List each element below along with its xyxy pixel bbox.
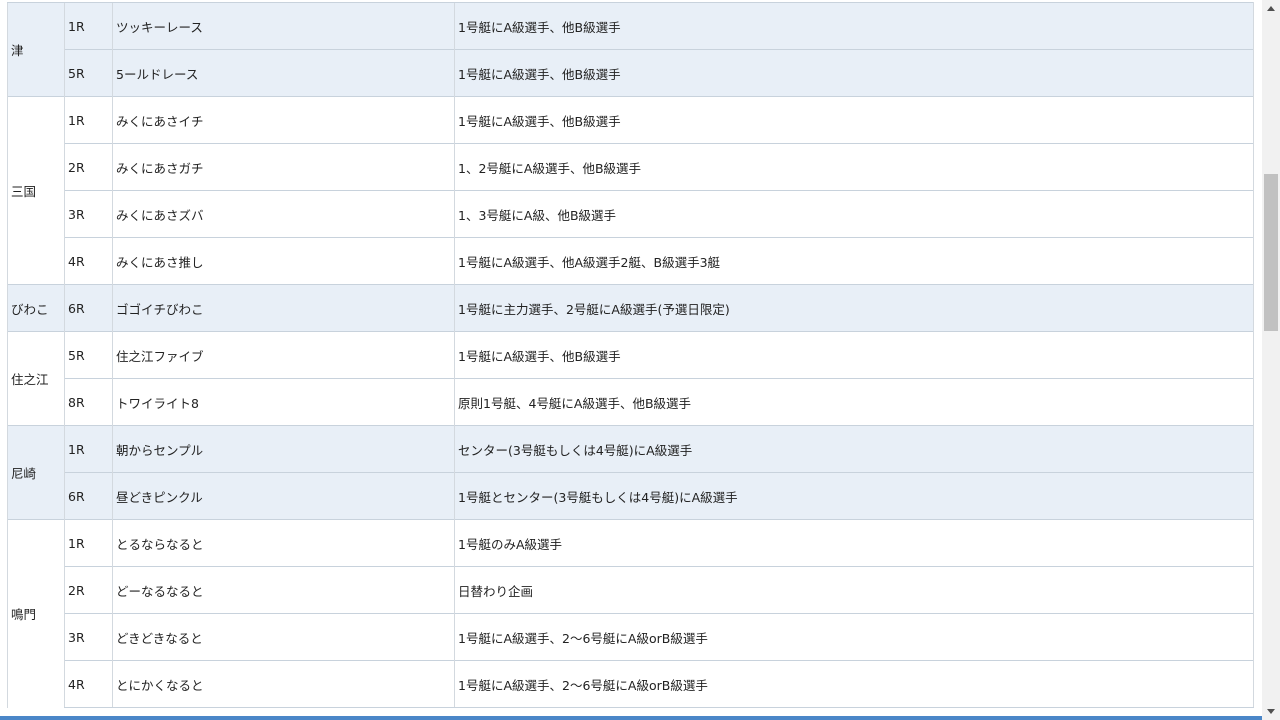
race-number-cell: 5R (64, 49, 113, 97)
race-number-cell: 2R (64, 566, 113, 614)
table-row: 3R みくにあさズバ 1、3号艇にA級、他B級選手 (8, 190, 1254, 238)
table-row: 2R みくにあさガチ 1、2号艇にA級選手、他B級選手 (8, 143, 1254, 191)
race-number-cell: 1R (64, 2, 113, 50)
race-description-cell: 1、2号艇にA級選手、他B級選手 (454, 143, 1254, 191)
race-number-cell: 8R (64, 378, 113, 426)
table-row: 3R どきどきなると 1号艇にA級選手、2～6号艇にA級orB級選手 (8, 613, 1254, 661)
table-row: 5R 5ールドレース 1号艇にA級選手、他B級選手 (8, 49, 1254, 97)
race-name-cell: ツッキーレース (112, 2, 455, 50)
race-number-cell: 5R (64, 331, 113, 379)
race-description-cell: 原則1号艇、4号艇にA級選手、他B級選手 (454, 378, 1254, 426)
table-row: 三国 1R みくにあさイチ 1号艇にA級選手、他B級選手 (7, 96, 1254, 285)
race-description-cell: 1号艇にA級選手、他B級選手 (454, 2, 1254, 50)
race-number-cell: 1R (64, 519, 113, 567)
page-viewport: 津 1R ツッキーレース 1号艇にA級選手、他B級選手 5R 5ールドレース 1号艇にA級選… (0, 0, 1262, 720)
race-description-cell: 日替わり企画 (454, 566, 1254, 614)
race-name-cell: 朝からセンプル (112, 425, 455, 473)
race-number-cell: 6R (64, 472, 113, 520)
venue-cell: 住之江 (7, 331, 65, 426)
race-number-cell: 3R (64, 190, 113, 238)
venue-cell: 尼崎 (7, 425, 65, 520)
race-name-cell: みくにあさガチ (112, 143, 455, 191)
table-row: 鳴門 1R とるならなると 1号艇のみA級選手 (7, 519, 1254, 708)
race-name-cell: みくにあさズバ (112, 190, 455, 238)
race-name-cell: みくにあさイチ (112, 96, 455, 144)
race-description-cell: 1号艇に主力選手、2号艇にA級選手(予選日限定) (454, 284, 1254, 332)
race-table: 津 1R ツッキーレース 1号艇にA級選手、他B級選手 5R 5ールドレース 1号艇にA級選… (7, 2, 1254, 708)
table-row: 2R どーなるなると 日替わり企画 (8, 566, 1254, 614)
table-row: 8R トワイライト8 原則1号艇、4号艇にA級選手、他B級選手 (8, 378, 1254, 426)
scrollbar-thumb[interactable] (1264, 174, 1278, 331)
race-description-cell: 1号艇とセンター(3号艇もしくは4号艇)にA級選手 (454, 472, 1254, 520)
race-number-cell: 4R (64, 237, 113, 285)
venue-cell: びわこ (7, 284, 65, 332)
race-name-cell: 5ールドレース (112, 49, 455, 97)
race-number-cell: 1R (64, 425, 113, 473)
scroll-down-arrow-icon[interactable] (1262, 703, 1280, 720)
venue-cell: 津 (7, 2, 65, 97)
vertical-scrollbar[interactable] (1262, 0, 1280, 720)
race-description-cell: 1号艇のみA級選手 (454, 519, 1254, 567)
race-description-cell: 1号艇にA級選手、2～6号艇にA級orB級選手 (454, 660, 1254, 708)
table-row: 尼崎 1R 朝からセンプル センター(3号艇もしくは4号艇)にA級選手 (7, 425, 1254, 520)
race-name-cell: どーなるなると (112, 566, 455, 614)
table-row: びわこ 6R ゴゴイチびわこ 1号艇に主力選手、2号艇にA級選手(予選日限定) (7, 284, 1254, 332)
race-number-cell: 2R (64, 143, 113, 191)
race-name-cell: とにかくなると (112, 660, 455, 708)
race-number-cell: 6R (64, 284, 113, 332)
venue-cell: 三国 (7, 96, 65, 285)
race-name-cell: トワイライト8 (112, 378, 455, 426)
race-number-cell: 1R (64, 96, 113, 144)
race-description-cell: 1号艇にA級選手、他B級選手 (454, 331, 1254, 379)
scroll-up-arrow-icon[interactable] (1262, 0, 1280, 17)
race-description-cell: 1号艇にA級選手、他B級選手 (454, 96, 1254, 144)
race-name-cell: 住之江ファイブ (112, 331, 455, 379)
race-description-cell: 1号艇にA級選手、他B級選手 (454, 49, 1254, 97)
race-table-body: 津 1R ツッキーレース 1号艇にA級選手、他B級選手 5R 5ールドレース 1号艇にA級選… (7, 2, 1254, 708)
race-description-cell: 1号艇にA級選手、2～6号艇にA級orB級選手 (454, 613, 1254, 661)
race-description-cell: 1号艇にA級選手、他A級選手2艇、B級選手3艇 (454, 237, 1254, 285)
venue-cell: 鳴門 (7, 519, 65, 708)
table-row: 4R とにかくなると 1号艇にA級選手、2～6号艇にA級orB級選手 (8, 660, 1254, 708)
race-name-cell: みくにあさ推し (112, 237, 455, 285)
table-row: 4R みくにあさ推し 1号艇にA級選手、他A級選手2艇、B級選手3艇 (8, 237, 1254, 285)
race-name-cell: ゴゴイチびわこ (112, 284, 455, 332)
race-description-cell: センター(3号艇もしくは4号艇)にA級選手 (454, 425, 1254, 473)
race-description-cell: 1、3号艇にA級、他B級選手 (454, 190, 1254, 238)
race-name-cell: とるならなると (112, 519, 455, 567)
bottom-accent-line (0, 716, 1262, 720)
race-name-cell: 昼どきピンクル (112, 472, 455, 520)
table-row: 住之江 5R 住之江ファイブ 1号艇にA級選手、他B級選手 (7, 331, 1254, 426)
table-row: 6R 昼どきピンクル 1号艇とセンター(3号艇もしくは4号艇)にA級選手 (8, 472, 1254, 520)
race-number-cell: 4R (64, 660, 113, 708)
table-row: 津 1R ツッキーレース 1号艇にA級選手、他B級選手 (7, 2, 1254, 97)
race-number-cell: 3R (64, 613, 113, 661)
race-name-cell: どきどきなると (112, 613, 455, 661)
